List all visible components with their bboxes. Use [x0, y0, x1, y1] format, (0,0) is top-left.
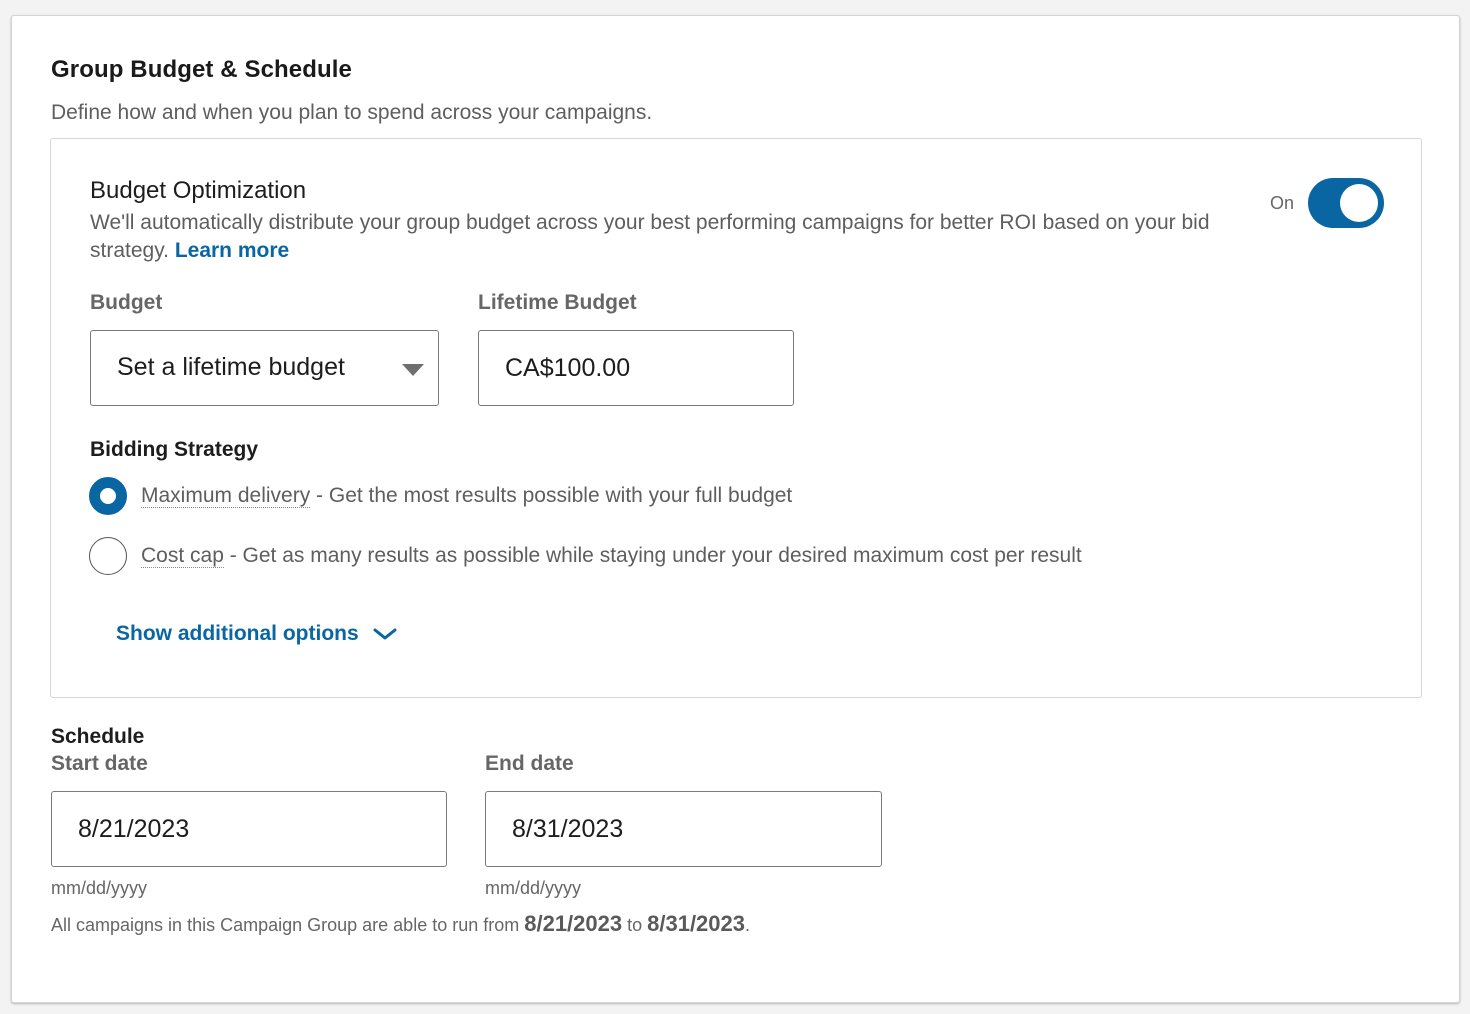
radio-description: - Get the most results possible with you…: [310, 484, 793, 507]
start-date-input[interactable]: [51, 791, 447, 867]
radio-term[interactable]: Cost cap: [141, 544, 224, 568]
end-date-format-hint: mm/dd/yyyy: [485, 878, 582, 898]
end-date-label: End date: [485, 752, 574, 775]
budget-optimization-toggle[interactable]: [1308, 178, 1384, 228]
budget-type-select[interactable]: Set a lifetime budget: [90, 330, 439, 406]
lifetime-budget-input[interactable]: [478, 330, 794, 406]
radio-term[interactable]: Maximum delivery: [141, 484, 311, 508]
radio-label: Maximum delivery - Get the most results …: [141, 484, 792, 508]
radio-option-cost-cap[interactable]: Cost cap - Get as many results as possib…: [89, 537, 1082, 575]
toggle-state-label: On: [1270, 193, 1295, 213]
summary-end-date: 8/31/2023: [647, 911, 745, 936]
chevron-down-icon: [402, 364, 424, 376]
end-date-input[interactable]: [485, 791, 882, 867]
budget-optimization-title: Budget Optimization: [90, 177, 307, 204]
section-description: Define how and when you plan to spend ac…: [51, 101, 653, 124]
budget-optimization-description: We'll automatically distribute your grou…: [90, 209, 1270, 265]
budget-type-value: Set a lifetime budget: [117, 353, 345, 381]
budget-label: Budget: [90, 291, 163, 314]
chevron-down-icon: [373, 628, 397, 640]
summary-mid: to: [622, 915, 648, 935]
radio-button-unchecked[interactable]: [89, 537, 127, 575]
budget-optimization-panel: Budget Optimization We'll automatically …: [50, 138, 1422, 698]
show-more-label: Show additional options: [116, 622, 359, 645]
section-title: Group Budget & Schedule: [51, 56, 352, 83]
summary-suffix: .: [745, 915, 751, 935]
budget-schedule-card: Group Budget & Schedule Define how and w…: [11, 15, 1460, 1003]
bidding-strategy-title: Bidding Strategy: [90, 438, 259, 461]
summary-prefix: All campaigns in this Campaign Group are…: [51, 915, 525, 935]
lifetime-budget-label: Lifetime Budget: [478, 291, 637, 314]
radio-button-checked[interactable]: [89, 477, 127, 515]
toggle-knob: [1340, 184, 1378, 222]
start-date-format-hint: mm/dd/yyyy: [51, 878, 148, 898]
learn-more-link[interactable]: Learn more: [175, 239, 289, 262]
radio-option-maximum-delivery[interactable]: Maximum delivery - Get the most results …: [89, 477, 792, 515]
summary-start-date: 8/21/2023: [524, 911, 623, 936]
radio-description: - Get as many results as possible while …: [223, 544, 1082, 567]
show-additional-options-button[interactable]: Show additional options: [116, 622, 397, 646]
start-date-label: Start date: [51, 752, 148, 775]
radio-label: Cost cap - Get as many results as possib…: [141, 544, 1082, 568]
schedule-summary: All campaigns in this Campaign Group are…: [51, 911, 750, 937]
schedule-title: Schedule: [51, 725, 145, 748]
